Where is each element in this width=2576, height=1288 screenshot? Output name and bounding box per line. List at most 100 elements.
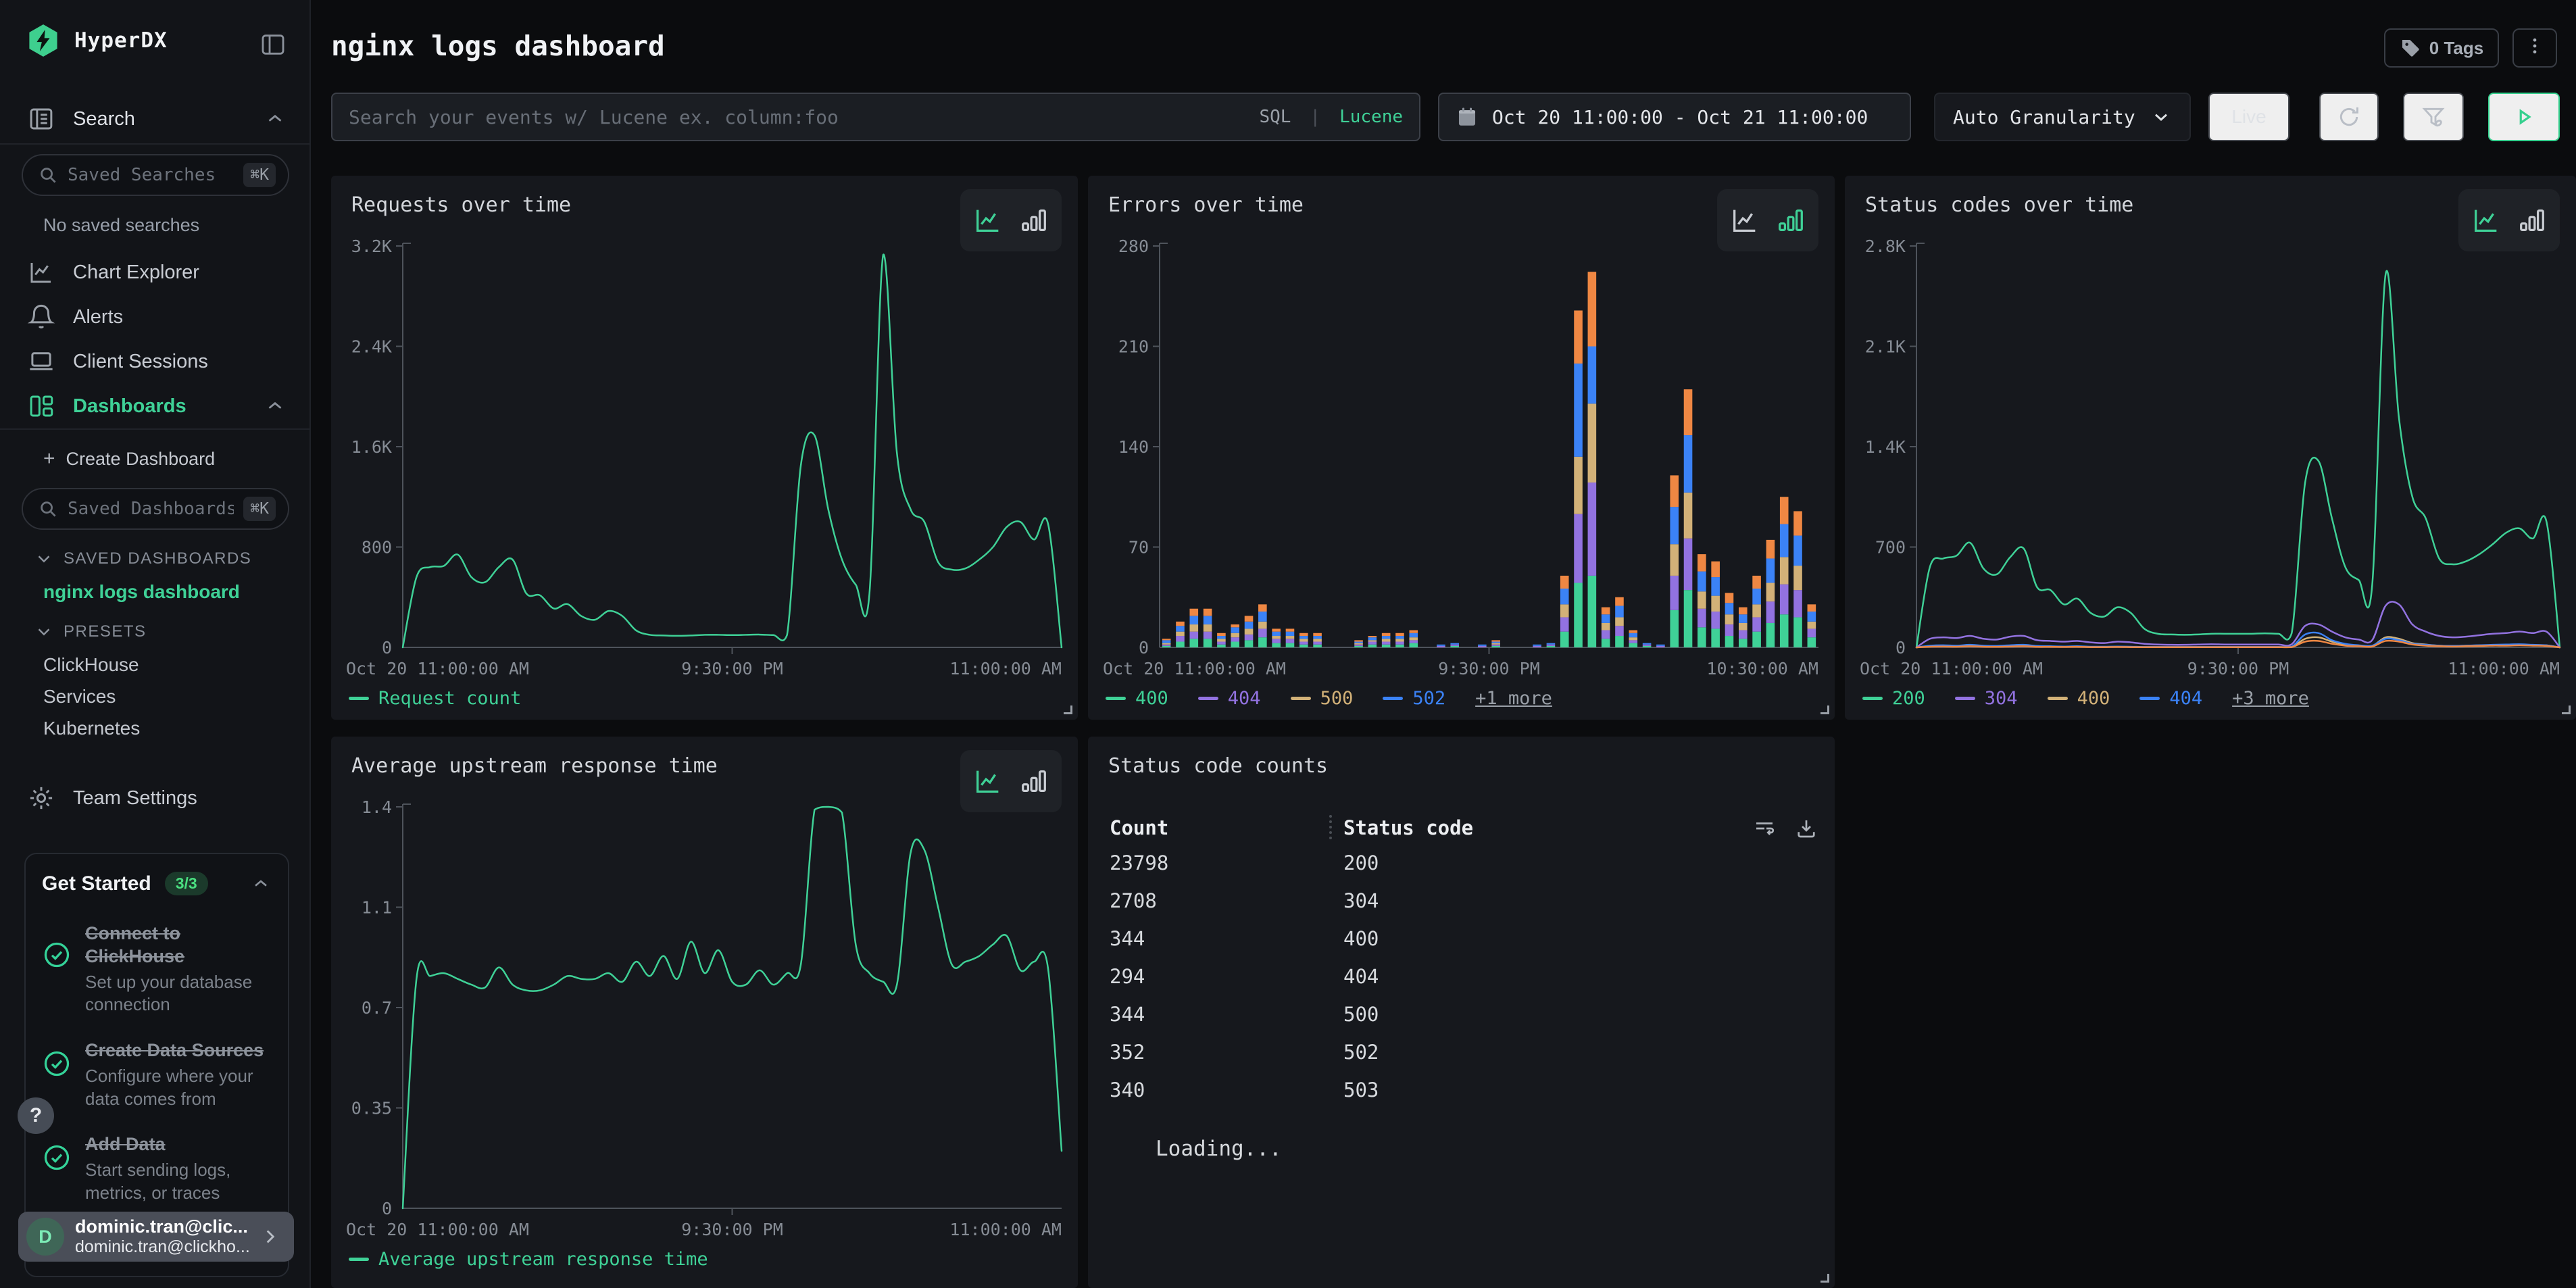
- resize-handle[interactable]: [1064, 705, 1072, 714]
- svg-text:0: 0: [1896, 638, 1906, 658]
- saved-searches-input[interactable]: [68, 165, 234, 185]
- user-menu[interactable]: D dominic.tran@clic... dominic.tran@clic…: [18, 1212, 294, 1262]
- collapse-sidebar-icon[interactable]: [259, 31, 287, 58]
- event-search-input[interactable]: [349, 106, 1247, 128]
- line-chart-icon[interactable]: [972, 205, 1004, 236]
- saved-searches-search[interactable]: ⌘K: [22, 154, 289, 196]
- sidebar-item-label: Team Settings: [73, 787, 197, 810]
- chevron-down-icon: [34, 549, 54, 569]
- bar-chart-icon[interactable]: [1018, 766, 1049, 797]
- create-dashboard-label: Create Dashboard: [66, 449, 216, 470]
- panel-title: Requests over time: [351, 193, 571, 217]
- help-button[interactable]: ?: [18, 1097, 54, 1134]
- step-desc: Start sending logs, metrics, or traces: [85, 1159, 268, 1205]
- bar-chart-icon[interactable]: [1018, 205, 1049, 236]
- tags-button[interactable]: 0 Tags: [2384, 28, 2499, 68]
- legend-item: 200: [1862, 688, 1925, 709]
- sql-toggle[interactable]: SQL: [1259, 107, 1291, 127]
- sidebar-item-alerts[interactable]: Alerts: [27, 303, 123, 331]
- svg-text:9:30:00 PM: 9:30:00 PM: [2187, 659, 2289, 678]
- bell-icon: [27, 303, 55, 331]
- tags-label: 0 Tags: [2429, 38, 2483, 59]
- saved-dashboards-search[interactable]: ⌘K: [22, 488, 289, 530]
- sidebar-item-clickhouse[interactable]: ClickHouse: [43, 654, 139, 676]
- run-query-button[interactable]: [2488, 93, 2560, 141]
- time-range-picker[interactable]: Oct 20 11:00:00 - Oct 21 11:00:00: [1438, 93, 1911, 141]
- refresh-button[interactable]: [2319, 93, 2379, 141]
- legend-swatch: [2048, 697, 2068, 700]
- sidebar-item-kubernetes[interactable]: Kubernetes: [43, 718, 140, 739]
- gear-icon: [27, 784, 55, 812]
- svg-text:0.35: 0.35: [351, 1099, 392, 1118]
- chart-svg: 07001.4K2.1K2.8KOct 20 11:00:00 AM9:30:0…: [1858, 237, 2568, 683]
- svg-text:800: 800: [362, 538, 392, 558]
- line-chart-icon[interactable]: [2471, 205, 2502, 236]
- requests-chart-canvas[interactable]: 08001.6K2.4K3.2KOct 20 11:00:00 AM9:30:0…: [345, 237, 1070, 683]
- get-started-step[interactable]: Connect to ClickHouse Set up your databa…: [42, 922, 272, 1016]
- event-search-bar[interactable]: SQL|Lucene: [331, 93, 1420, 141]
- page-title: nginx logs dashboard: [331, 30, 665, 62]
- legend-label: Request count: [378, 688, 521, 709]
- legend-more-link[interactable]: +3 more: [2232, 688, 2309, 709]
- get-started-title: Get Started: [42, 872, 151, 895]
- get-started-step[interactable]: Create Data Sources Configure where your…: [42, 1039, 272, 1110]
- errors-chart-canvas[interactable]: 070140210280Oct 20 11:00:00 AM9:30:00 PM…: [1101, 237, 1827, 683]
- resize-handle[interactable]: [1820, 1274, 1829, 1283]
- legend-more-link[interactable]: +1 more: [1475, 688, 1552, 709]
- column-separator[interactable]: [1329, 815, 1332, 839]
- sidebar-item-label: Alerts: [73, 306, 123, 328]
- bar-chart-icon[interactable]: [1775, 205, 1806, 236]
- table-cell-status-code: 200: [1343, 851, 1379, 874]
- sidebar-item-dashboards[interactable]: Dashboards: [27, 392, 287, 420]
- sidebar-item-chart-explorer[interactable]: Chart Explorer: [27, 258, 199, 287]
- check-circle-icon: [42, 940, 72, 1016]
- sidebar-item-team-settings[interactable]: Team Settings: [27, 784, 197, 812]
- chart-legend: Request count: [349, 688, 521, 709]
- svg-text:11:00:00 AM: 11:00:00 AM: [949, 1220, 1062, 1239]
- group-label: SAVED DASHBOARDS: [64, 549, 251, 568]
- svg-text:210: 210: [1118, 337, 1149, 357]
- filter-edit-icon: [2420, 103, 2447, 130]
- legend-item: 404: [2139, 688, 2202, 709]
- get-started-step[interactable]: Add Data Start sending logs, metrics, or…: [42, 1133, 272, 1204]
- brand: HyperDX: [26, 23, 168, 58]
- chart-legend: Average upstream response time: [349, 1249, 708, 1270]
- legend-label: 502: [1412, 688, 1445, 709]
- column-header-status-code[interactable]: Status code: [1343, 816, 1473, 839]
- sidebar-item-nginx-logs-dashboard[interactable]: nginx logs dashboard: [43, 581, 240, 603]
- filter-edit-button[interactable]: [2403, 93, 2464, 141]
- panel-menu-button[interactable]: [2512, 28, 2557, 68]
- resize-handle[interactable]: [2562, 705, 2571, 714]
- create-dashboard-button[interactable]: + Create Dashboard: [43, 447, 215, 470]
- line-chart-icon[interactable]: [972, 766, 1004, 797]
- presets-group[interactable]: PRESETS: [34, 622, 147, 642]
- bar-chart-icon[interactable]: [2517, 205, 2548, 236]
- lucene-toggle[interactable]: Lucene: [1339, 107, 1403, 127]
- status-codes-chart-canvas[interactable]: 07001.4K2.1K2.8KOct 20 11:00:00 AM9:30:0…: [1858, 237, 2568, 683]
- laptop-icon: [27, 347, 55, 376]
- saved-dashboards-group[interactable]: SAVED DASHBOARDS: [34, 549, 251, 569]
- panel-title: Status codes over time: [1865, 193, 2133, 217]
- legend-swatch: [2139, 697, 2160, 700]
- sidebar-item-client-sessions[interactable]: Client Sessions: [27, 347, 208, 376]
- table-cell-count: 352: [1110, 1041, 1145, 1064]
- granularity-select[interactable]: Auto Granularity: [1934, 93, 2191, 141]
- svg-text:140: 140: [1118, 437, 1149, 457]
- legend-swatch: [1862, 697, 1883, 700]
- resize-handle[interactable]: [1820, 705, 1829, 714]
- avg-upstream-chart-canvas[interactable]: 00.350.71.11.4Oct 20 11:00:00 AM9:30:00 …: [345, 797, 1070, 1243]
- line-chart-icon[interactable]: [1729, 205, 1760, 236]
- step-title: Connect to ClickHouse: [85, 923, 184, 966]
- saved-dashboards-input[interactable]: [68, 499, 234, 519]
- live-button[interactable]: Live: [2208, 93, 2289, 141]
- sidebar-section-search[interactable]: Search: [27, 105, 287, 133]
- chevron-up-icon[interactable]: [250, 873, 272, 895]
- svg-text:2.1K: 2.1K: [1865, 337, 1906, 357]
- sidebar-item-services[interactable]: Services: [43, 686, 116, 708]
- table-cell-status-code: 304: [1343, 889, 1379, 912]
- column-header-count[interactable]: Count: [1110, 816, 1168, 839]
- download-icon[interactable]: [1794, 816, 1818, 841]
- chart-legend: 200304400404+3 more: [1862, 688, 2309, 709]
- divider: [0, 143, 309, 145]
- wrap-lines-icon[interactable]: [1752, 816, 1777, 841]
